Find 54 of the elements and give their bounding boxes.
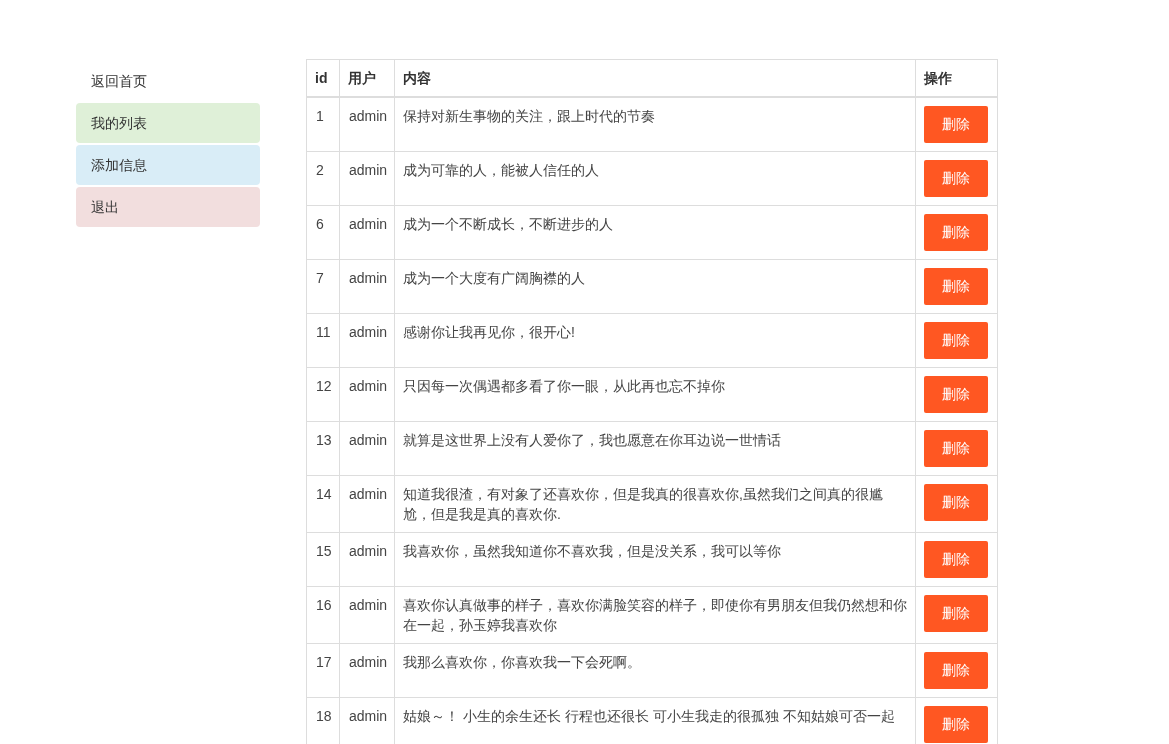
delete-button[interactable]: 删除 [924,268,988,305]
id-cell: 18 [306,697,340,744]
user-cell: admin [339,643,395,698]
delete-button[interactable]: 删除 [924,541,988,578]
nav-link[interactable]: 我的列表 [76,103,260,143]
user-cell: admin [339,97,395,152]
column-header: 内容 [394,59,916,97]
content-cell: 我那么喜欢你，你喜欢我一下会死啊。 [394,643,916,698]
id-cell: 17 [306,643,340,698]
column-header: id [306,59,340,97]
content-cell: 成为一个大度有广阔胸襟的人 [394,259,916,314]
user-cell: admin [339,151,395,206]
delete-button[interactable]: 删除 [924,106,988,143]
content-cell: 感谢你让我再见你，很开心! [394,313,916,368]
column-header: 操作 [915,59,998,97]
content-cell: 成为一个不断成长，不断进步的人 [394,205,916,260]
nav-link[interactable]: 退出 [76,187,260,227]
id-cell: 2 [306,151,340,206]
delete-button[interactable]: 删除 [924,160,988,197]
column-header: 用户 [339,59,395,97]
user-cell: admin [339,313,395,368]
delete-button[interactable]: 删除 [924,484,988,521]
delete-button[interactable]: 删除 [924,706,988,743]
id-cell: 6 [306,205,340,260]
id-cell: 1 [306,97,340,152]
delete-button[interactable]: 删除 [924,430,988,467]
delete-button[interactable]: 删除 [924,652,988,689]
delete-button[interactable]: 删除 [924,214,988,251]
content-cell: 只因每一次偶遇都多看了你一眼，从此再也忘不掉你 [394,367,916,422]
id-cell: 13 [306,421,340,476]
user-cell: admin [339,367,395,422]
nav-link[interactable]: 添加信息 [76,145,260,185]
nav-link[interactable]: 返回首页 [76,61,260,101]
content-cell: 知道我很渣，有对象了还喜欢你，但是我真的很喜欢你,虽然我们之间真的很尴尬，但是我是真的喜欢你. [394,475,916,533]
id-cell: 16 [306,586,340,644]
id-cell: 14 [306,475,340,533]
content-cell: 我喜欢你，虽然我知道你不喜欢我，但是没关系，我可以等你 [394,532,916,587]
id-cell: 12 [306,367,340,422]
content-cell: 保持对新生事物的关注，跟上时代的节奏 [394,97,916,152]
content-cell: 成为可靠的人，能被人信任的人 [394,151,916,206]
delete-button[interactable]: 删除 [924,376,988,413]
delete-button[interactable]: 删除 [924,595,988,632]
id-cell: 11 [306,313,340,368]
user-cell: admin [339,532,395,587]
id-cell: 15 [306,532,340,587]
user-cell: admin [339,259,395,314]
content-cell: 喜欢你认真做事的样子，喜欢你满脸笑容的样子，即使你有男朋友但我仍然想和你在一起，孙玉婷我喜欢你 [394,586,916,644]
user-cell: admin [339,421,395,476]
content-cell: 就算是这世界上没有人爱你了，我也愿意在你耳边说一世情话 [394,421,916,476]
user-cell: admin [339,586,395,644]
delete-button[interactable]: 删除 [924,322,988,359]
user-cell: admin [339,205,395,260]
user-cell: admin [339,475,395,533]
id-cell: 7 [306,259,340,314]
